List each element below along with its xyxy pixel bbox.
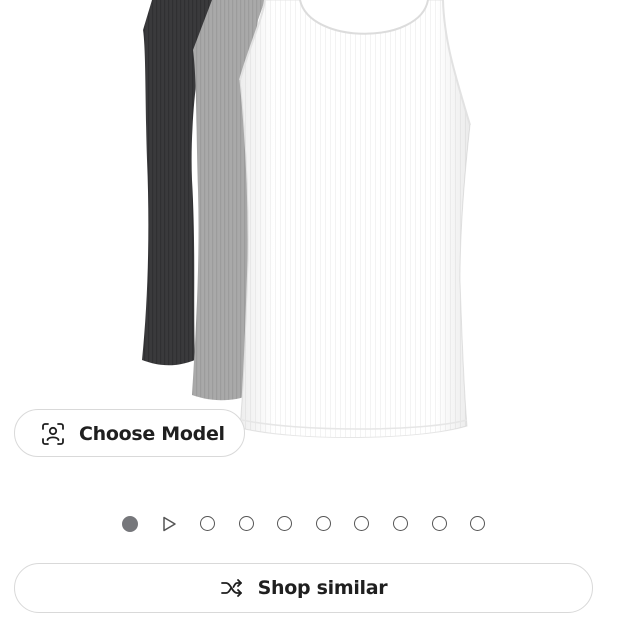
pager-dot-7[interactable] <box>354 516 369 531</box>
choose-model-button[interactable]: Choose Model <box>14 409 245 457</box>
play-video-icon[interactable] <box>161 516 177 532</box>
shop-similar-label: Shop similar <box>257 577 388 599</box>
shuffle-icon <box>220 579 242 597</box>
pager-dot-5[interactable] <box>277 516 292 531</box>
person-scan-icon <box>42 423 64 445</box>
shop-similar-button[interactable]: Shop similar <box>14 563 593 613</box>
pager-dot-10[interactable] <box>470 516 485 531</box>
pager-dot-6[interactable] <box>316 516 331 531</box>
product-image[interactable] <box>0 0 620 450</box>
pager-dot-3[interactable] <box>200 516 215 531</box>
image-pager <box>0 512 620 536</box>
pager-dot-9[interactable] <box>432 516 447 531</box>
pager-dot-4[interactable] <box>239 516 254 531</box>
pager-dot-8[interactable] <box>393 516 408 531</box>
choose-model-label: Choose Model <box>79 423 225 445</box>
pager-dot-1[interactable] <box>122 516 138 532</box>
